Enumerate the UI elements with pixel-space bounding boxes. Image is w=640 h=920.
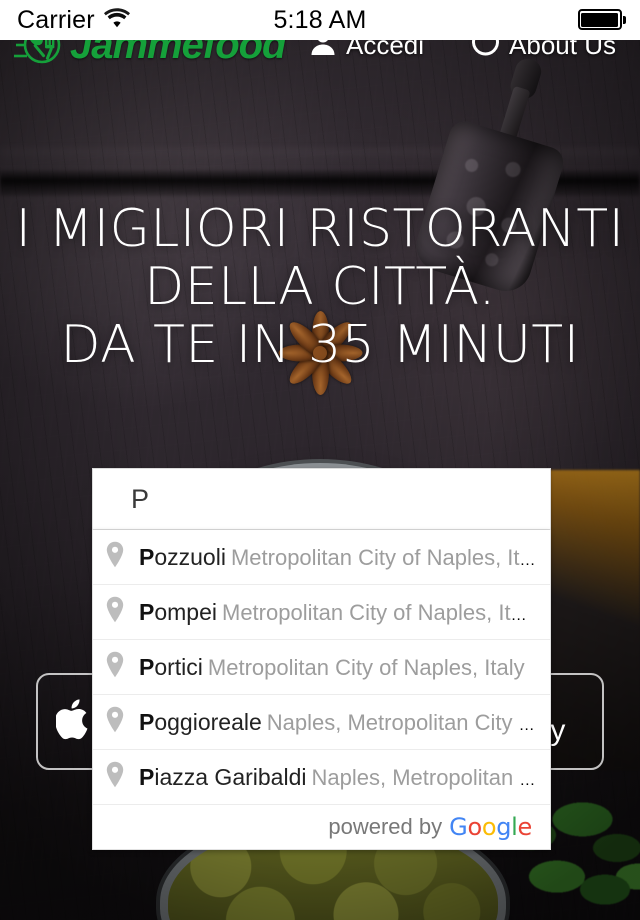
suggestion-match: P	[139, 708, 155, 735]
suggestion-sub: Metropolitan City of Naples, Italy	[222, 599, 536, 625]
suggestion-sub: Naples, Metropolitan City …	[311, 764, 536, 790]
google-letter: g	[496, 813, 512, 841]
suggestion-main: oggioreale	[154, 708, 262, 735]
powered-by-google: powered by Google	[93, 805, 550, 849]
google-letter: o	[467, 813, 482, 841]
apple-logo-icon	[55, 696, 94, 747]
powered-by-label: powered by	[328, 814, 443, 839]
hero-headline: I MIGLIORI RISTORANTI DELLA CITTÀ. DA TE…	[0, 200, 640, 375]
suggestion-match: P	[139, 653, 155, 680]
suggestion-main: ozzuoli	[154, 543, 226, 570]
google-letter: o	[481, 813, 497, 841]
headline-line-1: I MIGLIORI RISTORANTI	[15, 199, 625, 259]
suggestion-main: ompei	[154, 598, 217, 625]
suggestion-match: P	[139, 543, 155, 570]
suggestion-item[interactable]: Pompei Metropolitan City of Naples, Italy	[93, 585, 550, 640]
suggestion-sub: Naples, Metropolitan City of Na…	[266, 709, 536, 735]
suggestion-sub: Metropolitan City of Naples, Italy	[230, 544, 536, 570]
suggestion-item[interactable]: Piazza GaribaldiNaples, Metropolitan Cit…	[93, 750, 550, 805]
map-pin-icon	[105, 706, 125, 738]
suggestion-main: ortici	[154, 653, 203, 680]
suggestion-main: iazza Garibaldi	[154, 763, 307, 790]
google-logo: Google	[449, 813, 532, 841]
suggestion-item[interactable]: Poggioreale Naples, Metropolitan City of …	[93, 695, 550, 750]
autocomplete-dropdown: Pozzuoli Metropolitan City of Naples, Ita…	[92, 530, 551, 850]
google-letter: G	[449, 813, 468, 841]
ios-status-bar: Carrier 5:18 AM	[0, 0, 640, 40]
suggestion-sub: Metropolitan City of Naples, Italy	[207, 654, 525, 680]
suggestion-item[interactable]: Portici Metropolitan City of Naples, Ital…	[93, 640, 550, 695]
search-box[interactable]	[92, 468, 551, 530]
suggestion-item[interactable]: Pozzuoli Metropolitan City of Naples, Ita…	[93, 530, 550, 585]
status-bar-time: 5:18 AM	[273, 5, 367, 34]
google-letter: e	[517, 813, 533, 841]
suggestion-match: P	[139, 598, 155, 625]
map-pin-icon	[105, 761, 125, 793]
map-pin-icon	[105, 541, 125, 573]
search-input[interactable]	[131, 483, 550, 515]
map-pin-icon	[105, 596, 125, 628]
headline-line-2: DELLA CITTÀ.	[144, 257, 496, 318]
address-search-widget: PozzuoliMetropolitan City of Naples, Ita…	[92, 468, 551, 850]
map-pin-icon	[105, 651, 125, 683]
battery-full-icon	[577, 9, 626, 30]
headline-line-3: DA TE IN 35 MINUTI	[60, 315, 580, 376]
suggestion-match: P	[139, 763, 155, 790]
